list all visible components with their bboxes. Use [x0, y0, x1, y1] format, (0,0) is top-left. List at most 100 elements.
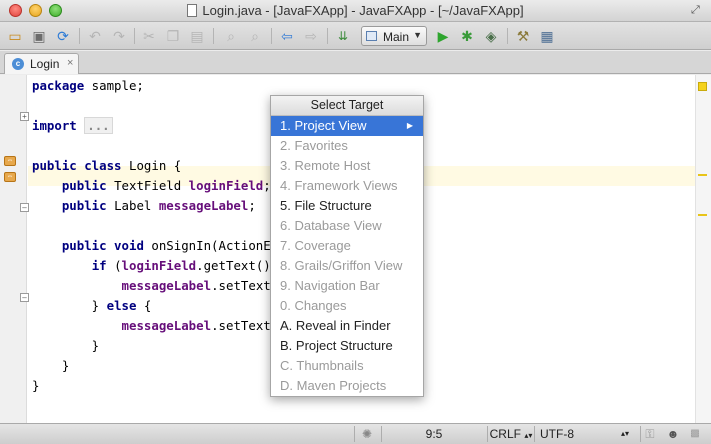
popup-item[interactable]: 9. Navigation Bar: [271, 276, 423, 296]
code-token: }: [32, 358, 70, 373]
code-line[interactable]: }: [32, 376, 39, 396]
coverage-icon[interactable]: ◈: [482, 27, 500, 45]
sync-icon[interactable]: ⟳: [54, 27, 72, 45]
code-token: if: [91, 258, 107, 273]
collapse-fold-icon[interactable]: –: [20, 203, 29, 212]
code-token: {: [136, 298, 152, 313]
project-structure-icon[interactable]: ▦: [538, 27, 556, 45]
popup-item-label: 9. Navigation Bar: [280, 278, 380, 293]
chevron-down-icon: ▼: [413, 30, 422, 40]
popup-item-label: 2. Favorites: [280, 138, 348, 153]
fullscreen-icon[interactable]: ⤢: [691, 4, 703, 16]
code-line[interactable]: public Label messageLabel;: [32, 196, 256, 216]
popup-item[interactable]: 6. Database View: [271, 216, 423, 236]
popup-item-label: 7. Coverage: [280, 238, 351, 253]
window-title: Login.java - [JavaFXApp] - JavaFXApp - […: [202, 3, 524, 18]
popup-items: 1. Project View ▶ 2. Favorites 3. Remote Ho…: [271, 116, 423, 396]
code-line[interactable]: package sample;: [32, 76, 144, 96]
caret-position[interactable]: 9:5: [381, 424, 487, 444]
copy-icon[interactable]: ❐: [164, 27, 182, 45]
popup-item[interactable]: C. Thumbnails: [271, 356, 423, 376]
code-line[interactable]: messageLabel.setText(": [32, 276, 286, 296]
status-divider: [640, 426, 641, 442]
code-line[interactable]: }: [32, 336, 99, 356]
tab-login[interactable]: c Login ×: [4, 53, 79, 74]
code-token: import: [32, 118, 77, 133]
stripe-marker[interactable]: [698, 174, 707, 176]
line-separator-value: CRLF: [489, 427, 521, 441]
code-line[interactable]: public class Login {: [32, 156, 181, 176]
stripe-marker[interactable]: [698, 214, 707, 216]
forward-icon[interactable]: ⇨: [302, 27, 320, 45]
popup-item[interactable]: 2. Favorites: [271, 136, 423, 156]
editor-tab-bar: c Login ×: [0, 51, 711, 74]
redo-icon[interactable]: ↷: [110, 27, 128, 45]
code-line[interactable]: public TextField loginField;: [32, 176, 271, 196]
status-divider: [354, 426, 355, 442]
popup-item[interactable]: 7. Coverage: [271, 236, 423, 256]
popup-item-label: C. Thumbnails: [280, 358, 364, 373]
code-line[interactable]: } else {: [32, 296, 152, 316]
fxml-link-icon[interactable]: ⇔: [4, 172, 16, 182]
popup-item-label: D. Maven Projects: [280, 378, 387, 393]
encoding-selector[interactable]: UTF-8 ▴▾: [535, 424, 639, 444]
make-project-icon[interactable]: ⇊: [334, 27, 352, 45]
code-line[interactable]: }: [32, 356, 69, 376]
code-token: onSignIn(ActionEve: [143, 238, 286, 253]
toolbar-separator: [79, 28, 80, 44]
close-tab-icon[interactable]: ×: [67, 57, 73, 69]
expand-fold-icon[interactable]: +: [20, 112, 29, 121]
code-token: public: [61, 178, 107, 193]
fxml-link-icon[interactable]: ⇔: [4, 156, 16, 166]
code-token: else: [106, 298, 137, 313]
line-separator-selector[interactable]: CRLF ▴▾: [488, 424, 534, 444]
code-line[interactable]: if (loginField.getText().i: [32, 256, 286, 276]
cut-icon[interactable]: ✂: [140, 27, 158, 45]
lock-icon[interactable]: ⚿: [643, 424, 657, 444]
popup-item-label: B. Project Structure: [280, 338, 393, 353]
popup-item[interactable]: 5. File Structure: [271, 196, 423, 216]
popup-item-label: 0. Changes: [280, 298, 347, 313]
settings-icon[interactable]: ⚒: [514, 27, 532, 45]
replace-icon[interactable]: ⌕: [246, 27, 264, 45]
toolbar-separator: [271, 28, 272, 44]
debug-icon[interactable]: ✱: [458, 27, 476, 45]
code-token: TextField: [106, 178, 189, 193]
popup-item-label: 1. Project View: [280, 118, 367, 133]
popup-item[interactable]: 8. Grails/Griffon View: [271, 256, 423, 276]
window-title-container: Login.java - [JavaFXApp] - JavaFXApp - […: [0, 3, 711, 18]
paste-icon[interactable]: ▤: [188, 27, 206, 45]
popup-item[interactable]: B. Project Structure: [271, 336, 423, 356]
inspection-status-icon[interactable]: [698, 82, 707, 91]
popup-item-label: 4. Framework Views: [280, 178, 398, 193]
save-icon[interactable]: ▣: [30, 27, 48, 45]
code-line[interactable]: public void onSignIn(ActionEve: [32, 236, 286, 256]
code-token: }: [32, 378, 40, 393]
code-line[interactable]: import ...: [32, 116, 113, 136]
code-token: loginField: [188, 178, 264, 193]
run-configuration-dropdown[interactable]: Main ▼: [361, 26, 427, 46]
code-token: messageLabel: [121, 318, 212, 333]
code-token: public: [61, 198, 107, 213]
inspector-icon[interactable]: ☻: [664, 424, 682, 444]
run-icon[interactable]: ▶: [434, 27, 452, 45]
popup-item[interactable]: 4. Framework Views: [271, 176, 423, 196]
collapse-fold-icon[interactable]: –: [20, 293, 29, 302]
code-line[interactable]: messageLabel.setText(": [32, 316, 286, 336]
popup-item[interactable]: A. Reveal in Finder: [271, 316, 423, 336]
background-tasks-icon[interactable]: ✺: [358, 424, 376, 444]
popup-item[interactable]: 3. Remote Host: [271, 156, 423, 176]
event-log-icon[interactable]: ▩: [688, 424, 702, 444]
find-icon[interactable]: ⌕: [222, 27, 240, 45]
popup-item[interactable]: 1. Project View ▶: [271, 116, 423, 136]
undo-icon[interactable]: ↶: [86, 27, 104, 45]
popup-item[interactable]: D. Maven Projects: [271, 376, 423, 396]
open-folder-icon[interactable]: ▭: [6, 27, 24, 45]
code-token: .setText(: [211, 318, 279, 333]
back-icon[interactable]: ⇦: [278, 27, 296, 45]
code-token: (: [106, 258, 122, 273]
popup-item[interactable]: 0. Changes: [271, 296, 423, 316]
code-token: public class: [32, 158, 122, 173]
